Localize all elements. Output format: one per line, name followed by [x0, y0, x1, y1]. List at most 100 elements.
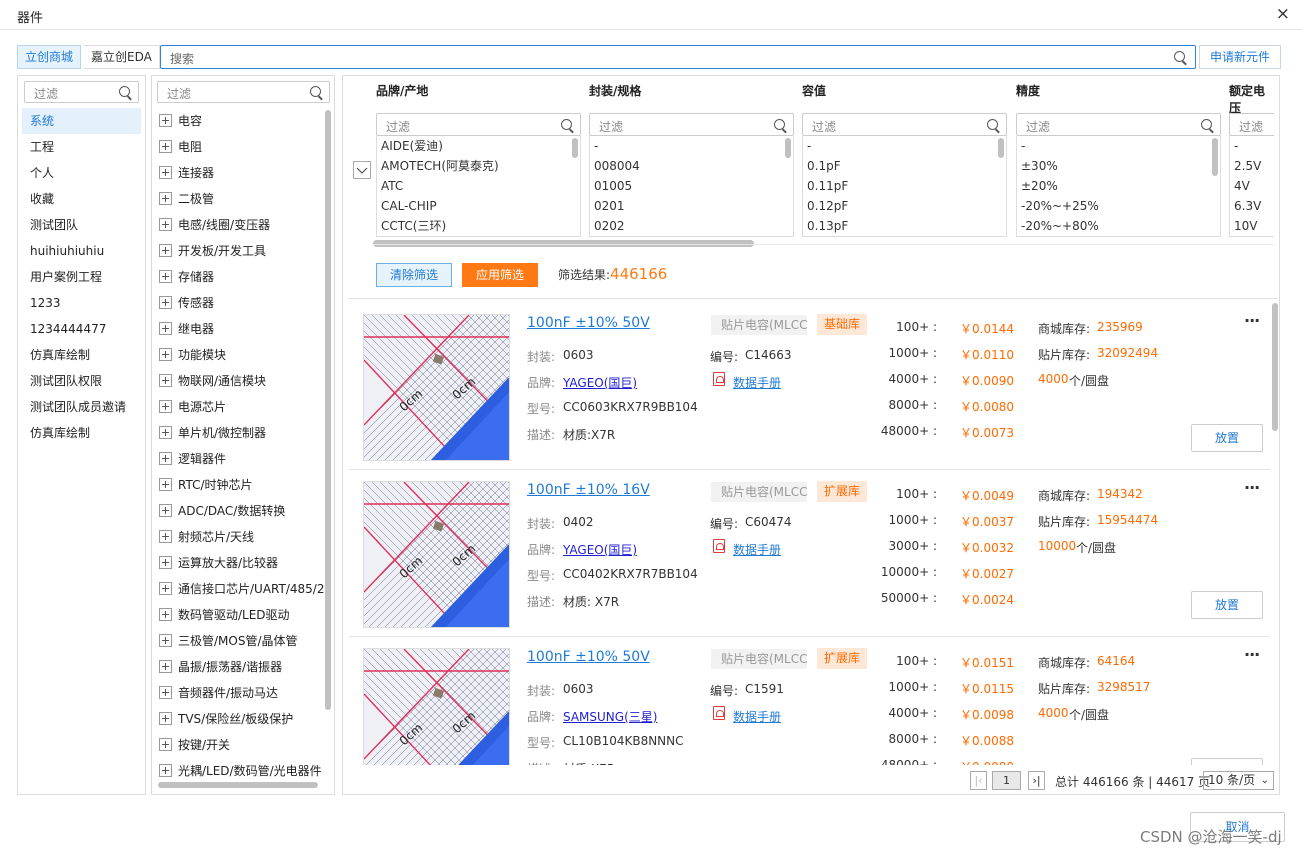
filter-option[interactable]: ±30%: [1017, 156, 1220, 176]
filter-option[interactable]: 4V: [1230, 176, 1274, 196]
library-item[interactable]: 工程: [22, 134, 141, 160]
filter-column-input[interactable]: 过滤: [1016, 113, 1221, 136]
filter-column-input[interactable]: 过滤: [376, 113, 581, 136]
expand-icon[interactable]: [159, 296, 172, 309]
category-item[interactable]: 二极管: [152, 186, 324, 212]
more-icon[interactable]: ···: [1244, 478, 1260, 497]
category-item[interactable]: 开发板/开发工具: [152, 238, 324, 264]
filter-option[interactable]: 0.1pF: [803, 156, 1006, 176]
category-item[interactable]: 电容: [152, 108, 324, 134]
expand-icon[interactable]: [159, 764, 172, 777]
expand-icon[interactable]: [159, 530, 172, 543]
datasheet-link[interactable]: 数据手册: [733, 708, 781, 725]
library-item[interactable]: 1234444477: [22, 316, 141, 342]
category-item[interactable]: 存储器: [152, 264, 324, 290]
filter-option[interactable]: ATC: [377, 176, 580, 196]
expand-icon[interactable]: [159, 244, 172, 257]
library-item[interactable]: 收藏: [22, 186, 141, 212]
category-filter-input[interactable]: 过滤: [157, 81, 330, 103]
place-button[interactable]: 放置: [1191, 758, 1263, 765]
expand-icon[interactable]: [159, 478, 172, 491]
expand-icon[interactable]: [159, 166, 172, 179]
expand-icon[interactable]: [159, 140, 172, 153]
category-item[interactable]: 功能模块: [152, 342, 324, 368]
page-size-select[interactable]: 10 条/页 ⌄: [1203, 771, 1274, 790]
library-item[interactable]: 仿真库绘制: [22, 420, 141, 446]
place-button[interactable]: 放置: [1191, 424, 1263, 452]
filter-option[interactable]: AMOTECH(阿莫泰克): [377, 156, 580, 176]
filter-column-input[interactable]: 过滤: [1229, 113, 1274, 136]
expand-icon[interactable]: [159, 114, 172, 127]
library-item[interactable]: huihiuhiuhiu: [22, 238, 141, 264]
part-thumbnail[interactable]: 0cm 0cm: [363, 314, 510, 461]
category-item[interactable]: 按键/开关: [152, 732, 324, 758]
part-name-link[interactable]: 100nF ±10% 16V: [527, 482, 650, 498]
expand-icon[interactable]: [159, 608, 172, 621]
category-item[interactable]: RTC/时钟芯片: [152, 472, 324, 498]
category-item[interactable]: 传感器: [152, 290, 324, 316]
filter-option[interactable]: -20%~+25%: [1017, 196, 1220, 216]
filter-options-scrollbar[interactable]: [1212, 138, 1218, 176]
category-item[interactable]: 物联网/通信模块: [152, 368, 324, 394]
filter-option[interactable]: 6.3V: [1230, 196, 1274, 216]
expand-icon[interactable]: [159, 426, 172, 439]
current-page[interactable]: 1: [992, 771, 1021, 790]
filter-option[interactable]: ±20%: [1017, 176, 1220, 196]
expand-icon[interactable]: [159, 374, 172, 387]
filter-option[interactable]: -: [1017, 136, 1220, 156]
place-button[interactable]: 放置: [1191, 591, 1263, 619]
library-filter-input[interactable]: 过滤: [24, 81, 139, 103]
clear-filter-button[interactable]: 清除筛选: [376, 263, 452, 287]
expand-icon[interactable]: [159, 738, 172, 751]
search-input[interactable]: 搜索: [160, 45, 1196, 69]
part-card[interactable]: 0cm 0cm 100nF ±10% 16V 封装: 0402 品牌: YAGEO(国巨) 型…: [349, 470, 1270, 637]
expand-icon[interactable]: [159, 192, 172, 205]
category-item[interactable]: 电感/线圈/变压器: [152, 212, 324, 238]
more-icon[interactable]: ···: [1244, 311, 1260, 330]
expand-icon[interactable]: [159, 712, 172, 725]
filter-option[interactable]: 10V: [1230, 216, 1274, 236]
part-list-scrollbar[interactable]: [1272, 303, 1278, 431]
library-item[interactable]: 测试团队权限: [22, 368, 141, 394]
filter-option[interactable]: 0201: [590, 196, 793, 216]
filter-option[interactable]: 0.12pF: [803, 196, 1006, 216]
category-item[interactable]: 单片机/微控制器: [152, 420, 324, 446]
expand-icon[interactable]: [159, 556, 172, 569]
brand-link[interactable]: SAMSUNG(三星): [563, 708, 657, 725]
expand-icon[interactable]: [159, 634, 172, 647]
filter-option[interactable]: 01005: [590, 176, 793, 196]
category-item[interactable]: ADC/DAC/数据转换: [152, 498, 324, 524]
prev-page-button[interactable]: |‹: [970, 771, 987, 790]
filter-option[interactable]: -: [1230, 136, 1274, 156]
library-item[interactable]: 测试团队: [22, 212, 141, 238]
expand-icon[interactable]: [159, 686, 172, 699]
category-item[interactable]: 逻辑器件: [152, 446, 324, 472]
library-item[interactable]: 用户案例工程: [22, 264, 141, 290]
brand-link[interactable]: YAGEO(国巨): [563, 541, 637, 558]
expand-icon[interactable]: [159, 348, 172, 361]
expand-icon[interactable]: [159, 218, 172, 231]
filter-option[interactable]: 008004: [590, 156, 793, 176]
filter-option[interactable]: 2.5V: [1230, 156, 1274, 176]
part-thumbnail[interactable]: 0cm 0cm: [363, 648, 510, 765]
close-icon[interactable]: ×: [1276, 5, 1290, 23]
library-item[interactable]: 仿真库绘制: [22, 342, 141, 368]
library-item[interactable]: 系统: [22, 108, 141, 134]
filter-options-scrollbar[interactable]: [785, 138, 791, 158]
filter-option[interactable]: -20%~+80%: [1017, 216, 1220, 236]
category-item[interactable]: 连接器: [152, 160, 324, 186]
part-thumbnail[interactable]: 0cm 0cm: [363, 481, 510, 628]
expand-icon[interactable]: [159, 322, 172, 335]
expand-icon[interactable]: [159, 582, 172, 595]
filter-options-scrollbar[interactable]: [998, 138, 1004, 158]
filter-option[interactable]: -: [803, 136, 1006, 156]
category-item[interactable]: 晶振/振荡器/谐振器: [152, 654, 324, 680]
library-item[interactable]: 1233: [22, 290, 141, 316]
more-icon[interactable]: ···: [1244, 645, 1260, 664]
search-icon[interactable]: [1174, 51, 1185, 62]
category-item[interactable]: 三极管/MOS管/晶体管: [152, 628, 324, 654]
filter-option[interactable]: 0.13pF: [803, 216, 1006, 236]
category-item[interactable]: TVS/保险丝/板级保护: [152, 706, 324, 732]
category-item[interactable]: 电阻: [152, 134, 324, 160]
category-hscrollbar[interactable]: [158, 782, 318, 788]
